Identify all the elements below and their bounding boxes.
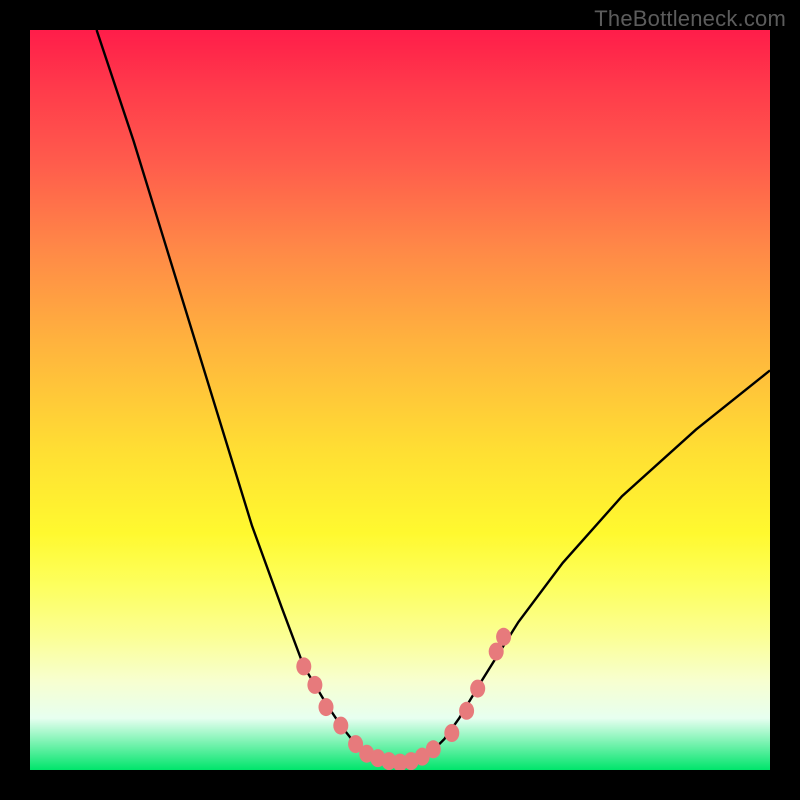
bottleneck-curve <box>30 30 770 770</box>
curve-marker <box>333 717 348 735</box>
curve-marker <box>444 724 459 742</box>
curve-marker <box>319 698 334 716</box>
chart-frame: TheBottleneck.com <box>0 0 800 800</box>
curve-marker <box>296 657 311 675</box>
curve-marker <box>307 676 322 694</box>
plot-area <box>30 30 770 770</box>
curve-marker <box>426 740 441 758</box>
watermark-text: TheBottleneck.com <box>594 6 786 32</box>
curve-marker <box>496 628 511 646</box>
curve-marker <box>459 702 474 720</box>
curve-marker <box>470 680 485 698</box>
